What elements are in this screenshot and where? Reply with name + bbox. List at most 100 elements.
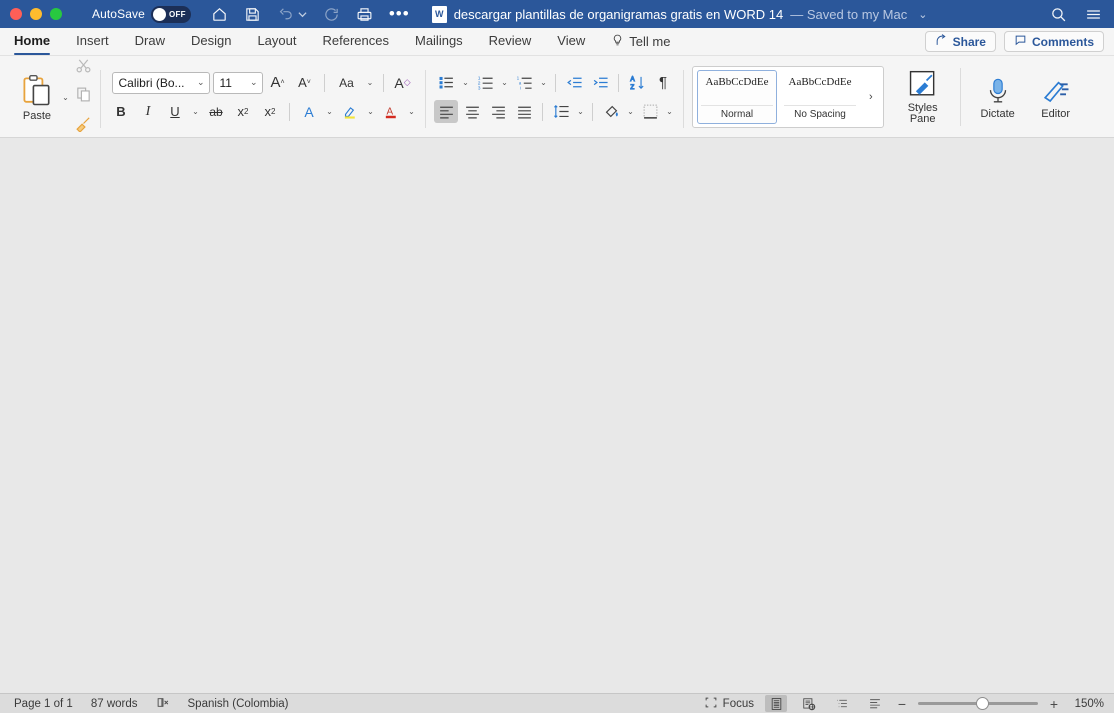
bullet-list-button[interactable] bbox=[434, 71, 458, 94]
shading-chevron-down-icon[interactable]: ⌄ bbox=[625, 107, 636, 116]
clipboard-small-buttons[interactable] bbox=[75, 57, 92, 137]
line-spacing-chevron-down-icon[interactable]: ⌄ bbox=[575, 107, 586, 116]
styles-gallery[interactable]: AaBbCcDdEe Normal AaBbCcDdEe No Spacing … bbox=[692, 66, 884, 128]
maximize-window-button[interactable] bbox=[50, 8, 62, 20]
tell-me-button[interactable]: Tell me bbox=[611, 33, 670, 50]
dictate-button[interactable]: Dictate bbox=[969, 75, 1027, 120]
font-color-chevron-down-icon[interactable]: ⌄ bbox=[406, 107, 417, 116]
italic-button[interactable]: I bbox=[136, 100, 160, 123]
zoom-slider[interactable] bbox=[918, 697, 1038, 711]
window-controls[interactable] bbox=[0, 8, 62, 20]
tab-design[interactable]: Design bbox=[191, 33, 231, 50]
tab-home[interactable]: Home bbox=[14, 33, 51, 55]
copy-icon[interactable] bbox=[75, 86, 92, 108]
chevron-down-icon[interactable]: ⌄ bbox=[918, 8, 927, 21]
text-effects-button[interactable]: A bbox=[297, 100, 321, 123]
focus-button[interactable]: Focus bbox=[704, 696, 754, 712]
editor-button[interactable]: Editor bbox=[1027, 75, 1085, 120]
quick-access-toolbar[interactable]: ••• bbox=[211, 5, 410, 23]
tab-layout[interactable]: Layout bbox=[257, 33, 296, 50]
text-effects-chevron-down-icon[interactable]: ⌄ bbox=[324, 107, 335, 116]
tab-mailings[interactable]: Mailings bbox=[415, 33, 463, 50]
autosave-control[interactable]: AutoSave OFF bbox=[92, 5, 191, 23]
comments-button[interactable]: Comments bbox=[1003, 31, 1104, 52]
multilevel-list-chevron-down-icon[interactable]: ⌄ bbox=[538, 78, 549, 87]
borders-chevron-down-icon[interactable]: ⌄ bbox=[664, 107, 675, 116]
highlight-chevron-down-icon[interactable]: ⌄ bbox=[365, 107, 376, 116]
word-count[interactable]: 87 words bbox=[91, 698, 138, 710]
zoom-slider-handle[interactable] bbox=[976, 697, 989, 710]
paste-button[interactable]: Paste bbox=[14, 73, 60, 122]
shading-button[interactable] bbox=[599, 100, 623, 123]
document-title-area[interactable]: W descargar plantillas de organigramas g… bbox=[431, 5, 927, 23]
highlight-color-button[interactable] bbox=[338, 100, 362, 123]
show-formatting-marks-button[interactable]: ¶ bbox=[651, 71, 675, 94]
proofing-icon[interactable] bbox=[156, 696, 170, 712]
ribbon-options-icon[interactable] bbox=[1085, 6, 1102, 23]
align-center-button[interactable] bbox=[460, 100, 484, 123]
align-right-button[interactable] bbox=[486, 100, 510, 123]
font-group[interactable]: Calibri (Bo... ⌄ 11 ⌄ A ˄ A ˅ Aa ⌄ A ◇ B I … bbox=[101, 60, 425, 134]
bold-button[interactable]: B bbox=[109, 100, 133, 123]
line-spacing-button[interactable] bbox=[549, 100, 573, 123]
page-count[interactable]: Page 1 of 1 bbox=[14, 698, 73, 710]
home-icon[interactable] bbox=[211, 6, 228, 23]
tab-view[interactable]: View bbox=[557, 33, 585, 50]
status-bar[interactable]: Page 1 of 1 87 words Spanish (Colombia) … bbox=[0, 693, 1114, 713]
outline-view-button[interactable] bbox=[831, 695, 853, 712]
ribbon-tab-bar[interactable]: Home Insert Draw Design Layout Reference… bbox=[0, 28, 1114, 56]
tabbar-actions[interactable]: Share Comments bbox=[924, 31, 1104, 52]
bullet-list-chevron-down-icon[interactable]: ⌄ bbox=[460, 78, 471, 87]
share-button[interactable]: Share bbox=[924, 31, 996, 52]
borders-button[interactable] bbox=[638, 100, 662, 123]
multilevel-list-button[interactable]: 1ai bbox=[512, 71, 536, 94]
paragraph-group[interactable]: ⌄ 123 ⌄ 1ai ⌄ AZ ¶ ⌄ ⌄ ⌄ bbox=[426, 60, 683, 134]
format-painter-icon[interactable] bbox=[75, 115, 92, 137]
increase-indent-button[interactable] bbox=[588, 71, 612, 94]
tab-review[interactable]: Review bbox=[489, 33, 532, 50]
styles-group[interactable]: AaBbCcDdEe Normal AaBbCcDdEe No Spacing … bbox=[684, 60, 1093, 134]
grow-font-button[interactable]: A ˄ bbox=[266, 71, 290, 94]
style-no-spacing[interactable]: AaBbCcDdEe No Spacing bbox=[780, 70, 860, 124]
underline-chevron-down-icon[interactable]: ⌄ bbox=[190, 107, 201, 116]
zoom-in-button[interactable]: + bbox=[1049, 696, 1059, 712]
change-case-chevron-down-icon[interactable]: ⌄ bbox=[365, 78, 376, 87]
clear-formatting-icon[interactable]: A ◇ bbox=[391, 71, 415, 94]
zoom-out-button[interactable]: − bbox=[897, 696, 907, 712]
chevron-down-icon[interactable]: ⌄ bbox=[250, 77, 258, 88]
close-window-button[interactable] bbox=[10, 8, 22, 20]
more-options-icon[interactable]: ••• bbox=[389, 5, 410, 22]
style-normal[interactable]: AaBbCcDdEe Normal bbox=[697, 70, 777, 124]
undo-icon[interactable] bbox=[277, 6, 307, 23]
paste-chevron-down-icon[interactable]: ⌄ bbox=[60, 93, 71, 102]
tab-insert[interactable]: Insert bbox=[76, 33, 109, 50]
tab-draw[interactable]: Draw bbox=[135, 33, 165, 50]
superscript-button[interactable]: x2 bbox=[258, 100, 282, 123]
styles-gallery-more-icon[interactable]: › bbox=[863, 91, 879, 103]
sort-button[interactable]: AZ bbox=[625, 71, 649, 94]
underline-button[interactable]: U bbox=[163, 100, 187, 123]
redo-icon[interactable] bbox=[323, 6, 340, 23]
strikethrough-button[interactable]: ab bbox=[204, 100, 228, 123]
font-name-combo[interactable]: Calibri (Bo... ⌄ bbox=[111, 71, 210, 94]
styles-pane-button[interactable]: Styles Pane bbox=[894, 69, 952, 125]
font-color-button[interactable]: A bbox=[379, 100, 403, 123]
numbered-list-chevron-down-icon[interactable]: ⌄ bbox=[499, 78, 510, 87]
language-indicator[interactable]: Spanish (Colombia) bbox=[188, 698, 289, 710]
decrease-indent-button[interactable] bbox=[562, 71, 586, 94]
ribbon[interactable]: Paste ⌄ Calibri (Bo... ⌄ 11 ⌄ A ˄ A ˅ Aa… bbox=[0, 56, 1114, 138]
change-case-button[interactable]: Aa bbox=[332, 71, 362, 94]
subscript-button[interactable]: x2 bbox=[231, 100, 255, 123]
save-icon[interactable] bbox=[244, 6, 261, 23]
font-size-combo[interactable]: 11 ⌄ bbox=[212, 71, 263, 94]
justify-button[interactable] bbox=[512, 100, 536, 123]
zoom-level[interactable]: 150% bbox=[1070, 698, 1104, 710]
status-bar-left[interactable]: Page 1 of 1 87 words Spanish (Colombia) bbox=[0, 696, 289, 712]
tab-references[interactable]: References bbox=[323, 33, 389, 50]
align-left-button[interactable] bbox=[434, 100, 458, 123]
cut-icon[interactable] bbox=[75, 57, 92, 79]
web-layout-view-button[interactable] bbox=[798, 695, 820, 712]
status-bar-right[interactable]: Focus − + 150% bbox=[704, 695, 1104, 712]
shrink-font-button[interactable]: A ˅ bbox=[293, 71, 317, 94]
clipboard-group[interactable]: Paste ⌄ bbox=[6, 57, 100, 137]
